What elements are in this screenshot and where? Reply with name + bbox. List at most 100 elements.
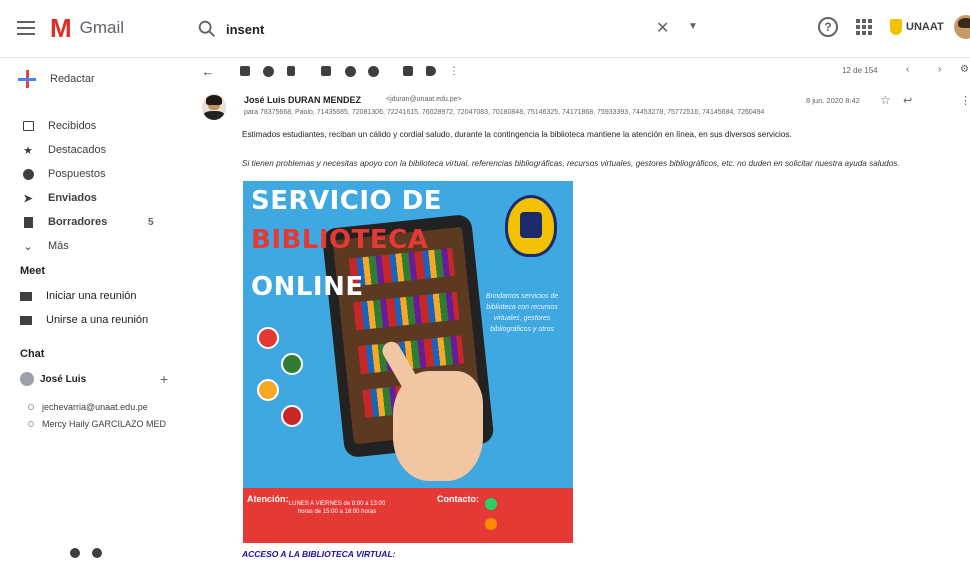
snooze-icon[interactable] (344, 65, 356, 77)
main-menu-icon[interactable] (17, 21, 35, 35)
recipients-list[interactable]: para 78375668, Paolo, 71435685, 72081306… (244, 109, 924, 116)
search-icon[interactable] (196, 18, 218, 40)
key-circle-icon (257, 379, 279, 401)
meet-item-label: Unirse a una reunión (46, 314, 149, 326)
top-right-controls: ? UNAAT (818, 15, 970, 39)
apps-grid-icon[interactable] (856, 19, 872, 35)
keyboard-icon (20, 315, 32, 325)
email-icon (485, 518, 497, 530)
mark-unread-icon[interactable] (320, 65, 332, 77)
sidebar-item-label: Más (48, 240, 69, 252)
chevron-right-icon[interactable]: › (938, 64, 941, 75)
sidebar-item-snoozed[interactable]: Pospuestos (0, 162, 192, 186)
sidebar-item-drafts[interactable]: Borradores 5 (0, 210, 192, 234)
poster-title-line1: SERVICIO DE (251, 186, 443, 216)
settings-gear-icon[interactable]: ⚙ (960, 64, 969, 75)
pagination-count: 12 de 154 (842, 66, 878, 75)
move-to-icon[interactable] (402, 65, 414, 77)
hand-graphic (393, 371, 483, 481)
poster-services-text: Brindamos servicios de biblioteca con re… (485, 293, 559, 333)
people-circle-icon (281, 405, 303, 427)
attention-label: Atención: (247, 494, 289, 504)
compose-button[interactable]: Redactar (18, 70, 95, 88)
sidebar-item-label: Recibidos (48, 120, 97, 132)
new-chat-plus-icon[interactable]: + (160, 371, 168, 387)
org-shield-icon (890, 19, 902, 35)
start-meeting-item[interactable]: Iniciar una reunión (20, 290, 137, 302)
person-icon[interactable] (70, 548, 80, 558)
join-meeting-item[interactable]: Unirse a una reunión (20, 314, 148, 326)
more-vert-icon[interactable]: ⋮ (960, 94, 970, 107)
org-name: UNAAT (906, 21, 944, 33)
message-view: ← ⋮ 12 de 154 ‹ › ⚙ José Luis DURAN MEND… (192, 58, 970, 562)
poster-footer-band: Atención: LUNES A VIERNES de 8:00 a 13:0… (243, 488, 573, 543)
delete-icon[interactable] (285, 65, 297, 77)
draft-icon (22, 216, 34, 228)
clock-icon (22, 168, 34, 180)
star-icon: ★ (23, 144, 33, 157)
sidebar-item-more[interactable]: ⌄ Más (0, 234, 192, 258)
sender-email: <jduran@unaat.edu.pe> (386, 96, 462, 103)
attention-hours: LUNES A VIERNES de 8:00 a 13:00 horas de… (288, 501, 386, 515)
sidebar-item-starred[interactable]: ★ Destacados (0, 138, 192, 162)
university-seal-icon (505, 195, 557, 257)
sidebar: Redactar Recibidos ★ Destacados Pospuest… (0, 58, 192, 562)
back-arrow-icon[interactable]: ← (202, 64, 215, 79)
message-greeting: Estimados estudiantes, reciban un cálido… (242, 130, 792, 139)
inbox-icon (22, 120, 34, 132)
sidebar-item-label: Destacados (48, 144, 107, 156)
sidebar-item-inbox[interactable]: Recibidos (0, 114, 192, 138)
chevron-left-icon[interactable]: ‹ (906, 64, 909, 75)
sender-avatar[interactable] (202, 94, 226, 120)
add-task-icon[interactable] (367, 65, 379, 77)
search-input[interactable]: insent (226, 22, 264, 37)
chevron-down-icon: ⌄ (23, 240, 33, 253)
star-icon[interactable]: ☆ (880, 93, 891, 107)
report-spam-icon[interactable] (262, 65, 274, 77)
gmail-m-icon: M (50, 13, 72, 43)
message-header: José Luis DURAN MENDEZ <jduran@unaat.edu… (192, 93, 970, 124)
mail-folders: Recibidos ★ Destacados Pospuestos ➤ Envi… (0, 114, 192, 258)
org-badge[interactable]: UNAAT (890, 19, 944, 35)
sender-name[interactable]: José Luis DURAN MENDEZ (244, 95, 361, 105)
chat-current-user[interactable]: José Luis + (20, 371, 180, 387)
meet-item-label: Iniciar una reunión (46, 290, 137, 302)
compose-plus-icon (18, 70, 36, 88)
message-date: 8 jun. 2020 8:42 (806, 96, 860, 105)
sidebar-item-label: Borradores (48, 216, 108, 228)
user-avatar (20, 372, 34, 386)
account-avatar[interactable] (953, 15, 970, 39)
meet-section-title: Meet (20, 265, 46, 277)
more-options-icon[interactable]: ⋮ (448, 65, 460, 77)
whatsapp-icon (485, 498, 497, 510)
contact-name: Mercy Haily GARCILAZO MED (42, 419, 167, 429)
chat-bubble-icon[interactable] (92, 548, 102, 558)
book-circle-icon (257, 327, 279, 349)
top-bar: M Gmail insent ✕ ▼ ? UNAAT (0, 0, 970, 58)
search-options-icon[interactable]: ▼ (688, 21, 698, 32)
presence-icon (28, 421, 34, 427)
contact-name: jechevarria@unaat.edu.pe (42, 402, 148, 412)
label-icon[interactable] (425, 65, 437, 77)
help-icon[interactable]: ? (818, 17, 838, 37)
message-paragraph: Si tienen problemas y necesitas apoyo co… (242, 159, 900, 168)
archive-icon[interactable] (239, 65, 251, 77)
search-bar[interactable]: insent ✕ ▼ (196, 13, 716, 45)
library-poster-image[interactable]: SERVICIO DE BIBLIOTECA ONLINE Brindamos … (243, 181, 573, 543)
drafts-count: 5 (148, 216, 154, 228)
send-icon: ➤ (23, 192, 33, 205)
video-camera-icon (20, 291, 32, 301)
contact-label: Contacto: (437, 494, 479, 504)
virtual-library-link[interactable]: ACCESO A LA BIBLIOTECA VIRTUAL: (242, 549, 395, 559)
sidebar-item-sent[interactable]: ➤ Enviados (0, 186, 192, 210)
poster-title-line2: BIBLIOTECA (251, 225, 429, 255)
gmail-logo[interactable]: M Gmail (50, 13, 124, 43)
presence-icon (28, 404, 34, 410)
chat-section-title: Chat (20, 348, 45, 360)
clear-search-icon[interactable]: ✕ (656, 18, 669, 38)
chat-contact[interactable]: jechevarria@unaat.edu.pe (28, 402, 148, 412)
reply-icon[interactable]: ↩ (903, 94, 912, 107)
globe-circle-icon (281, 353, 303, 375)
chat-contact[interactable]: Mercy Haily GARCILAZO MED (28, 419, 166, 429)
compose-label: Redactar (50, 73, 95, 85)
